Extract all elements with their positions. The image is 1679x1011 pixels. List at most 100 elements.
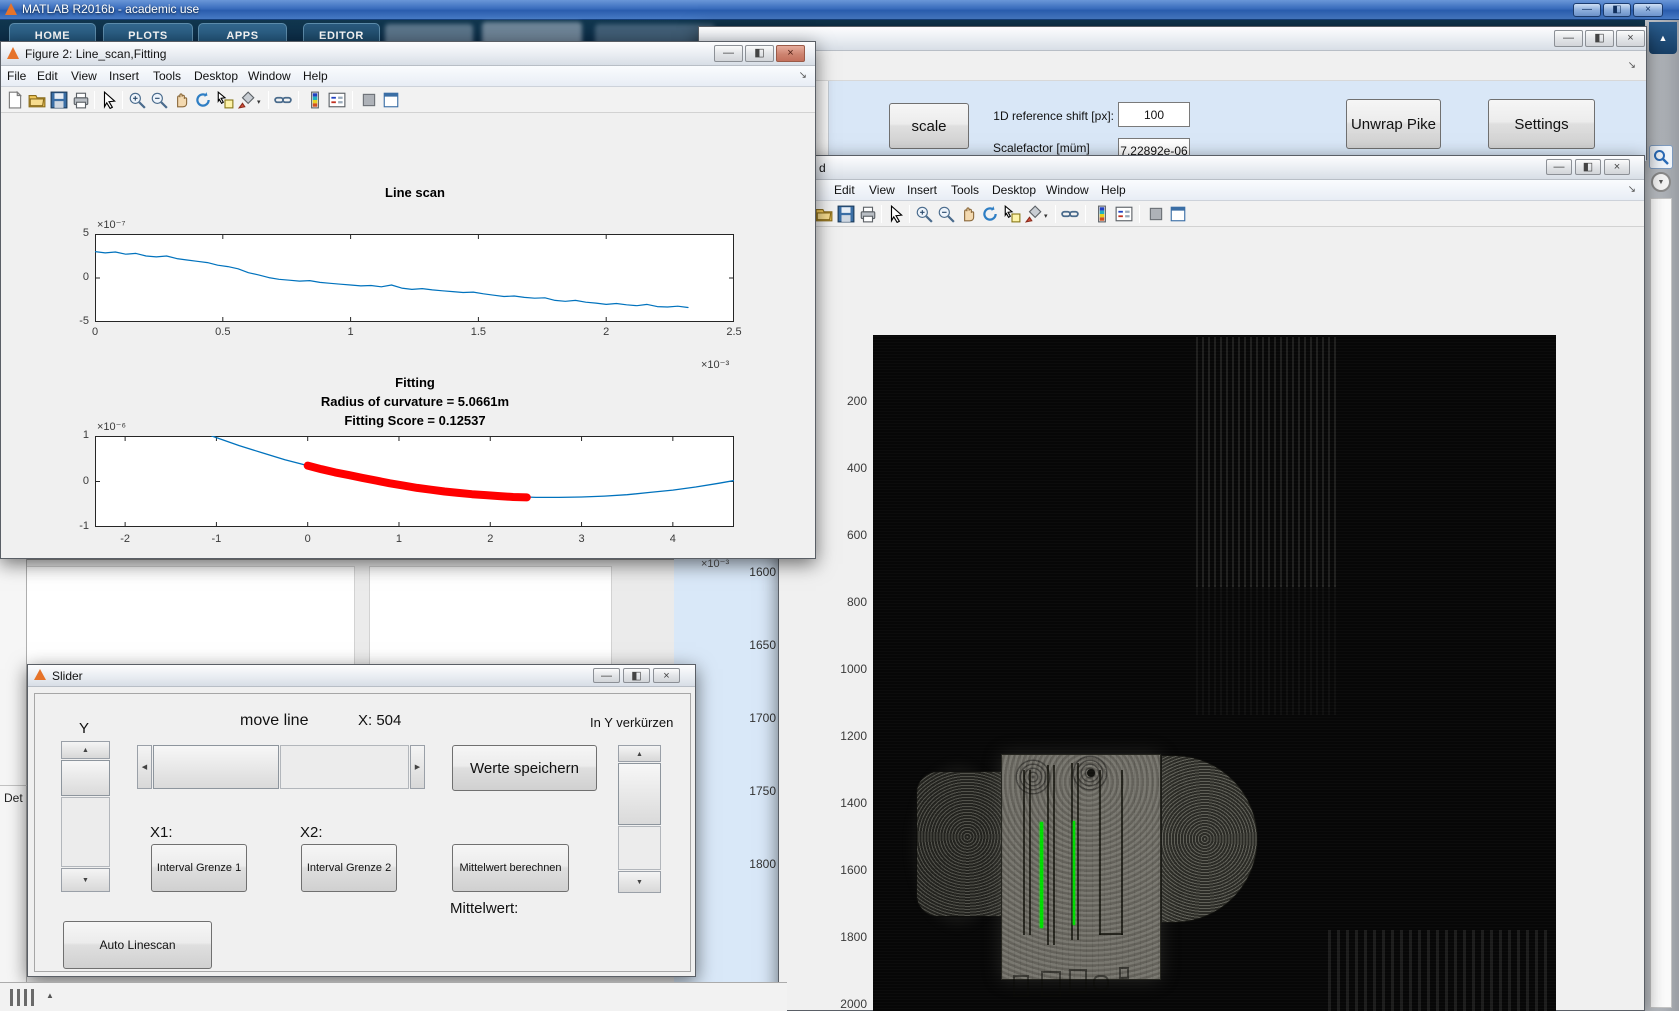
close-button[interactable]: ×	[1604, 159, 1630, 175]
hide-plot-tools-icon[interactable]	[1147, 205, 1165, 223]
linescan-marker-line[interactable]	[1040, 822, 1043, 928]
calc-mean-button[interactable]: Mittelwert berechnen	[452, 844, 569, 892]
zoom-out-icon[interactable]	[150, 91, 168, 109]
slider-down-arrow[interactable]: ▼	[618, 871, 661, 893]
menu-desktop[interactable]: Desktop	[992, 183, 1036, 197]
menu-edit[interactable]: Edit	[834, 183, 855, 197]
rotate-3d-icon[interactable]	[194, 91, 212, 109]
link-plot-icon[interactable]	[274, 91, 292, 109]
brush-dropdown-icon[interactable]: ▾	[257, 98, 261, 106]
restore-button[interactable]: ◧	[1575, 159, 1601, 175]
close-button[interactable]: ×	[1616, 30, 1645, 47]
colorbar-icon[interactable]	[306, 91, 324, 109]
open-icon[interactable]	[28, 91, 46, 109]
slider-thumb[interactable]	[618, 763, 661, 825]
dock-arrow-icon[interactable]: ↘	[1628, 60, 1636, 71]
slider-trough[interactable]	[61, 797, 110, 867]
restore-button[interactable]: ◧	[623, 668, 650, 683]
colorbar-icon[interactable]	[1093, 205, 1111, 223]
hide-plot-tools-icon[interactable]	[360, 91, 378, 109]
zoom-in-icon[interactable]	[915, 205, 933, 223]
save-values-button[interactable]: Werte speichern	[452, 745, 597, 791]
dock-arrow-icon[interactable]: ↘	[1628, 184, 1636, 195]
slider-trough[interactable]	[618, 826, 661, 870]
grip-icon[interactable]	[10, 989, 37, 1006]
menu-tools[interactable]: Tools	[951, 183, 979, 197]
scrollbar-track[interactable]	[1650, 198, 1672, 1008]
menu-tools[interactable]: Tools	[153, 69, 181, 83]
menu-window[interactable]: Window	[1046, 183, 1089, 197]
linescan-plot[interactable]	[95, 234, 734, 322]
data-cursor-icon[interactable]	[216, 91, 234, 109]
data-cursor-icon[interactable]	[1003, 205, 1021, 223]
slider-thumb[interactable]	[61, 760, 110, 796]
ref-shift-input[interactable]	[1118, 102, 1190, 127]
minimize-button[interactable]: —	[1546, 159, 1572, 175]
brush-dropdown-icon[interactable]: ▾	[1044, 212, 1048, 220]
settings-button[interactable]: Settings	[1488, 99, 1595, 149]
slider-down-arrow[interactable]: ▼	[61, 868, 110, 892]
print-icon[interactable]	[72, 91, 90, 109]
close-button[interactable]: ×	[776, 45, 805, 62]
menu-help[interactable]: Help	[1101, 183, 1126, 197]
open-icon[interactable]	[815, 205, 833, 223]
slider-right-arrow[interactable]: ▶	[410, 745, 425, 789]
pan-hand-icon[interactable]	[172, 91, 190, 109]
linescan-marker-line[interactable]	[1073, 821, 1075, 925]
new-figure-icon[interactable]	[6, 91, 24, 109]
menu-file[interactable]: File	[7, 69, 26, 83]
slider-up-arrow[interactable]: ▲	[618, 745, 661, 762]
brush-icon[interactable]	[1025, 205, 1043, 223]
save-icon[interactable]	[837, 205, 855, 223]
rotate-3d-icon[interactable]	[981, 205, 999, 223]
auto-linescan-button[interactable]: Auto Linescan	[63, 921, 212, 969]
zoom-out-icon[interactable]	[937, 205, 955, 223]
unwrap-pike-button[interactable]: Unwrap Pike	[1346, 99, 1441, 149]
dock-arrow-icon[interactable]: ↘	[799, 70, 807, 81]
close-button[interactable]: ×	[1633, 3, 1663, 17]
move-line-slider[interactable]: ◀ ▶	[137, 745, 425, 791]
minimize-button[interactable]: —	[593, 668, 620, 683]
brush-icon[interactable]	[238, 91, 256, 109]
menu-window[interactable]: Window	[248, 69, 291, 83]
slider-thumb[interactable]	[153, 745, 279, 789]
slider-left-arrow[interactable]: ◀	[137, 745, 152, 789]
show-plot-tools-icon[interactable]	[382, 91, 400, 109]
collapse-tab[interactable]: ▲	[1649, 22, 1677, 54]
minimize-button[interactable]: —	[1573, 3, 1601, 17]
slider-trough[interactable]	[280, 745, 409, 789]
interval-limit1-button[interactable]: Interval Grenze 1	[151, 844, 247, 892]
save-icon[interactable]	[50, 91, 68, 109]
menu-view[interactable]: View	[71, 69, 97, 83]
search-button[interactable]	[1649, 145, 1673, 169]
restore-button[interactable]: ◧	[745, 45, 774, 62]
menu-insert[interactable]: Insert	[109, 69, 139, 83]
legend-icon[interactable]	[328, 91, 346, 109]
menu-help[interactable]: Help	[303, 69, 328, 83]
interval-limit2-button[interactable]: Interval Grenze 2	[301, 844, 397, 892]
slider-up-arrow[interactable]: ▲	[61, 741, 110, 759]
link-plot-icon[interactable]	[1061, 205, 1079, 223]
menu-insert[interactable]: Insert	[907, 183, 937, 197]
dropdown-button[interactable]: ▼	[1651, 172, 1671, 192]
pointer-icon[interactable]	[100, 91, 118, 109]
restore-button[interactable]: ◧	[1603, 3, 1631, 17]
y-slider[interactable]: ▲ ▼	[61, 741, 112, 892]
menu-desktop[interactable]: Desktop	[194, 69, 238, 83]
zoom-in-icon[interactable]	[128, 91, 146, 109]
expand-arrow-icon[interactable]: ▲	[46, 991, 54, 1000]
print-icon[interactable]	[859, 205, 877, 223]
pointer-icon[interactable]	[887, 205, 905, 223]
in-y-slider[interactable]: ▲ ▼	[618, 745, 663, 893]
restore-button[interactable]: ◧	[1585, 30, 1614, 47]
show-plot-tools-icon[interactable]	[1169, 205, 1187, 223]
scan-image[interactable]	[873, 335, 1556, 1011]
close-button[interactable]: ×	[653, 668, 680, 683]
minimize-button[interactable]: —	[1554, 30, 1583, 47]
menu-edit[interactable]: Edit	[37, 69, 58, 83]
pan-hand-icon[interactable]	[959, 205, 977, 223]
scale-button[interactable]: scale	[889, 103, 969, 149]
legend-icon[interactable]	[1115, 205, 1133, 223]
menu-view[interactable]: View	[869, 183, 895, 197]
minimize-button[interactable]: —	[714, 45, 743, 62]
